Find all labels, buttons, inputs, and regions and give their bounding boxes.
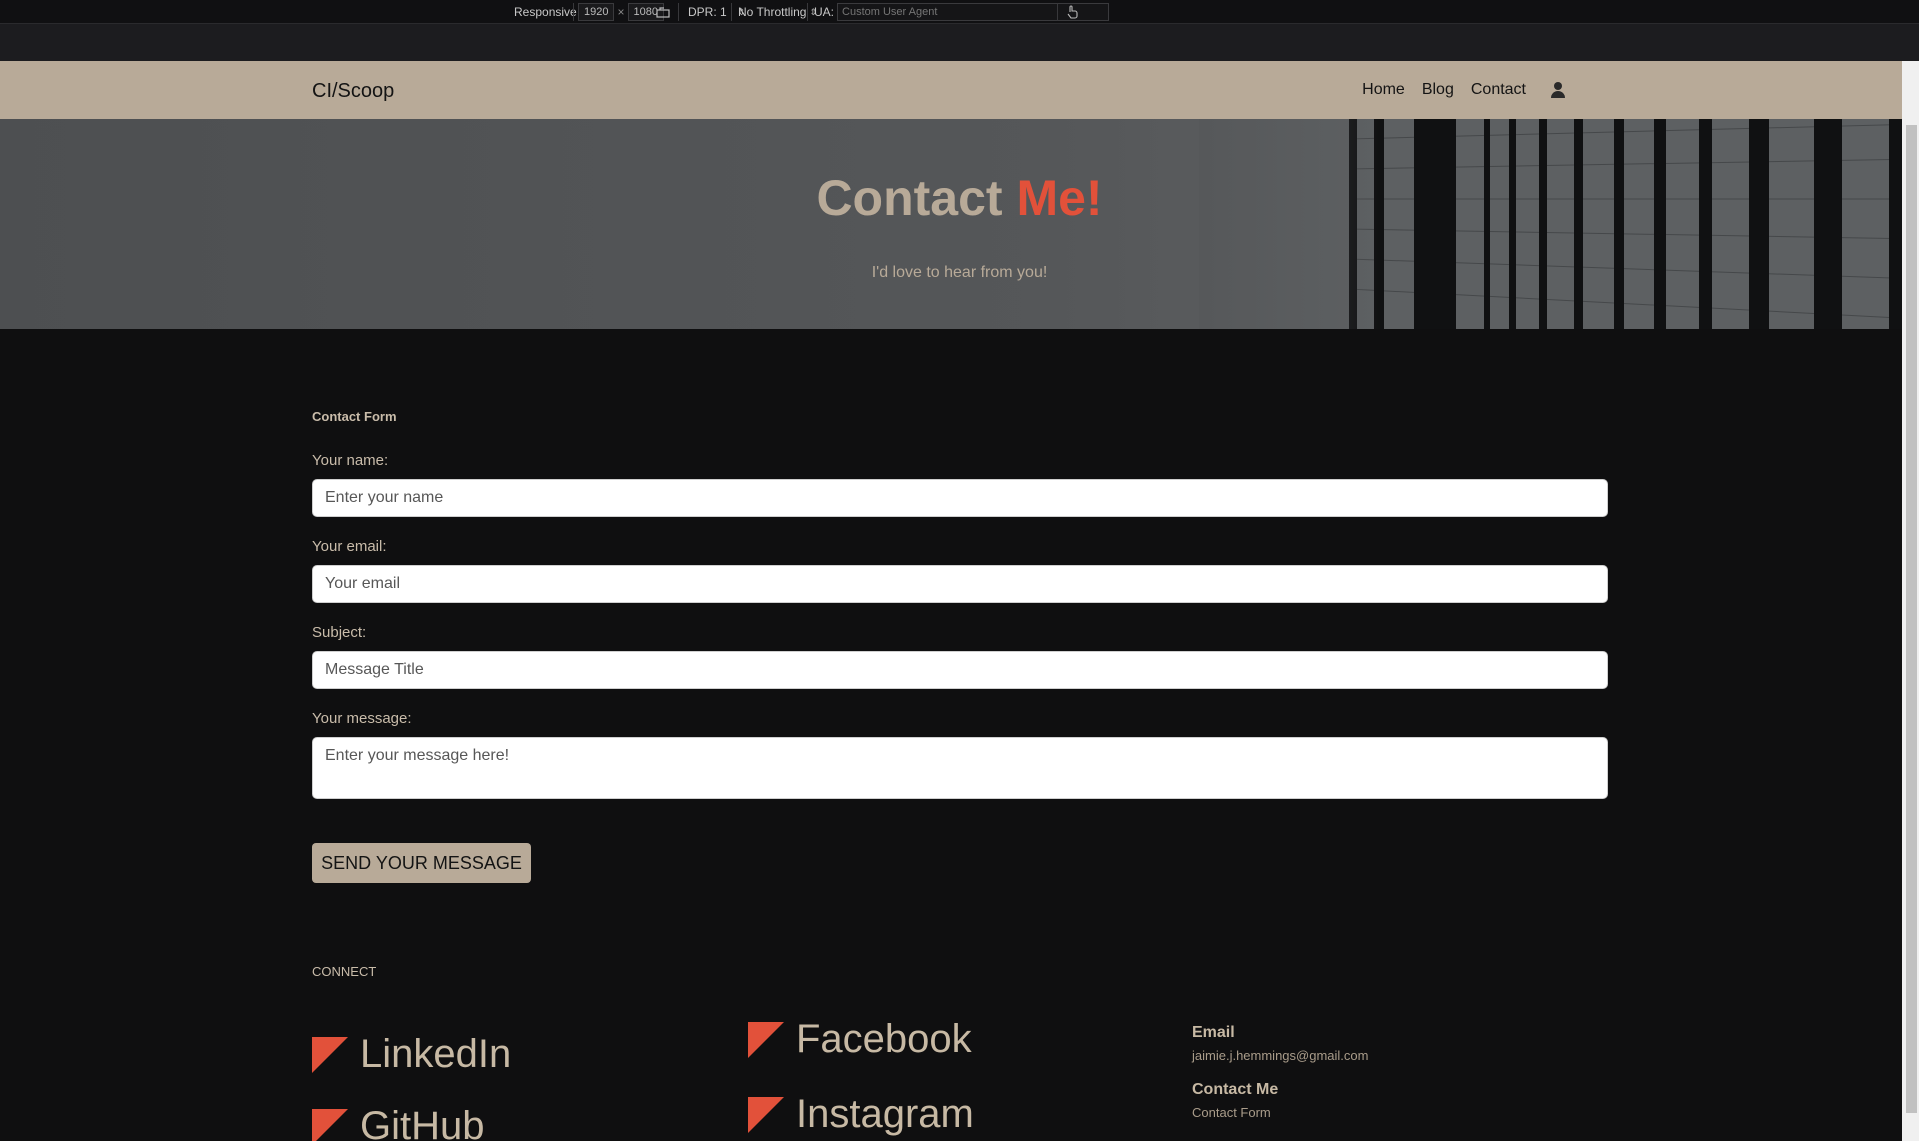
email-title: Email xyxy=(1192,1024,1235,1041)
nav-link-blog[interactable]: Blog xyxy=(1422,81,1454,99)
device-select-label: Responsive xyxy=(514,5,577,19)
social-link-instagram[interactable]: Instagram xyxy=(748,1092,974,1137)
throttling-select-label: No Throttling xyxy=(738,5,807,19)
toolbar-divider xyxy=(731,3,732,21)
width-input[interactable]: 1920 xyxy=(578,3,615,21)
devtools-toolbar: Responsive ⇕ 1920 × 1080 DPR: 1 ⇕ No Thr… xyxy=(0,0,1919,24)
subject-label: Subject: xyxy=(312,624,367,641)
send-message-button[interactable]: SEND YOUR MESSAGE xyxy=(312,843,531,883)
nav-link-contact[interactable]: Contact xyxy=(1471,81,1526,99)
hero-banner: Contact Me! I'd love to hear from you! xyxy=(0,119,1919,329)
scrollbar-thumb[interactable] xyxy=(1906,125,1917,1113)
social-link-github[interactable]: GitHub xyxy=(312,1104,485,1141)
dimensions-group: 1920 × 1080 xyxy=(578,3,664,21)
touch-icon[interactable] xyxy=(1066,3,1078,21)
footer-contact-info: Email jaimie.j.hemmings@gmail.com Contac… xyxy=(1192,1024,1368,1120)
site-brand[interactable]: CI/Scoop xyxy=(312,80,394,103)
page-title-main: Contact xyxy=(816,170,1017,226)
toolbar-divider xyxy=(1057,3,1058,21)
social-link-linkedin[interactable]: LinkedIn xyxy=(312,1032,511,1077)
message-field[interactable] xyxy=(312,737,1608,799)
devtools-spacer xyxy=(0,24,1919,61)
user-agent-group: UA: xyxy=(814,3,1110,21)
toolbar-divider xyxy=(678,3,679,21)
triangle-icon xyxy=(748,1021,784,1058)
email-label: Your email: xyxy=(312,538,387,555)
toolbar-divider xyxy=(573,3,574,21)
page-subtitle: I'd love to hear from you! xyxy=(871,264,1048,281)
social-link-facebook[interactable]: Facebook xyxy=(748,1017,972,1062)
name-field[interactable] xyxy=(312,479,1608,517)
throttling-select[interactable]: No Throttling ⇕ xyxy=(738,3,817,21)
dimension-separator: × xyxy=(617,5,625,19)
navbar: CI/Scoop Home Blog Contact xyxy=(0,61,1919,119)
page-scrollbar[interactable] xyxy=(1902,61,1919,1141)
user-icon[interactable] xyxy=(1551,82,1565,98)
form-heading: Contact Form xyxy=(312,409,397,424)
email-link[interactable]: jaimie.j.hemmings@gmail.com xyxy=(1192,1048,1368,1063)
name-label: Your name: xyxy=(312,452,389,469)
device-select[interactable]: Responsive ⇕ xyxy=(514,3,587,21)
nav-link-home[interactable]: Home xyxy=(1362,81,1405,99)
toolbar-divider xyxy=(807,3,808,21)
triangle-icon xyxy=(312,1036,348,1073)
subject-field[interactable] xyxy=(312,651,1608,689)
social-link-label: GitHub xyxy=(360,1104,485,1141)
email-field[interactable] xyxy=(312,565,1608,603)
social-link-label: Instagram xyxy=(796,1092,974,1136)
triangle-icon xyxy=(312,1108,348,1141)
dpr-select[interactable]: DPR: 1 ⇕ xyxy=(688,3,745,21)
page-title-accent: Me! xyxy=(1016,170,1103,226)
page-title: Contact Me! xyxy=(0,169,1919,227)
message-label: Your message: xyxy=(312,710,412,727)
contact-form-link[interactable]: Contact Form xyxy=(1192,1105,1368,1120)
contact-me-title: Contact Me xyxy=(1192,1081,1279,1098)
nav-links: Home Blog Contact xyxy=(1362,81,1565,99)
rotate-icon[interactable] xyxy=(656,3,670,21)
triangle-icon xyxy=(748,1096,784,1133)
user-agent-label: UA: xyxy=(814,5,835,19)
social-link-label: Facebook xyxy=(796,1017,972,1061)
connect-heading: CONNECT xyxy=(312,964,377,979)
dpr-select-label: DPR: 1 xyxy=(688,5,727,19)
social-link-label: LinkedIn xyxy=(360,1032,512,1076)
page-viewport: CI/Scoop Home Blog Contact Contact Me! I… xyxy=(0,61,1919,1141)
